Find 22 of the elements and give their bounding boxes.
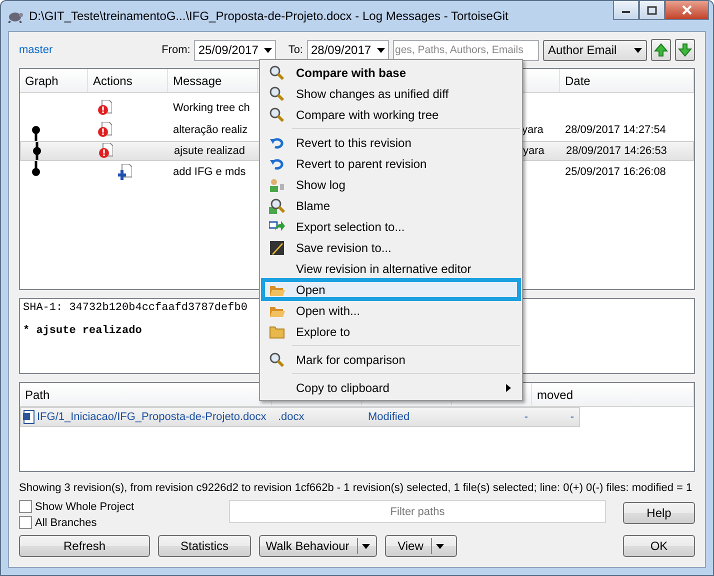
author-cell: yara: [522, 124, 544, 136]
date-cell: 28/09/2017 14:27:54: [565, 124, 666, 136]
lines-removed-cell: -: [570, 411, 574, 423]
date-cell: 28/09/2017 14:26:53: [566, 145, 667, 157]
status-cell: Modified: [368, 411, 410, 423]
window-title: D:\GIT_Teste\treinamentoG...\IFG_Proposta-de-Projeto.docx - Log Messages - TortoiseGit: [29, 9, 510, 23]
author-cell: yara: [523, 145, 544, 157]
extension-cell: .docx: [278, 411, 304, 423]
file-path: IFG/1_Iniciacao/IFG_Proposta-de-Projeto.docx: [37, 411, 266, 423]
from-label: From:: [162, 44, 190, 56]
message-cell: Working tree ch: [173, 102, 250, 114]
lines-added-cell: -: [524, 411, 528, 423]
checkbox-label: Show Whole Project: [35, 500, 134, 512]
status-text: Showing 3 revision(s), from revision c9226d2 to revision 1cf662b - 1 revision(s) selected, 1 file(s) selected; line: 0(+) 0(-) files: modified = 1: [19, 482, 692, 494]
message-cell: ajsute realizad: [174, 145, 245, 157]
commit-message: * ajsute realizado: [23, 325, 142, 337]
message-cell: alteração realiz: [173, 124, 248, 136]
sha-text: SHA-1: 34732b120b4ccfaafd3787defb0: [23, 302, 248, 314]
date-cell: 25/09/2017 16:26:08: [565, 166, 666, 178]
checkbox-label: All Branches: [35, 516, 97, 528]
to-label: To:: [288, 44, 303, 56]
message-cell: add IFG e mds: [173, 166, 246, 178]
